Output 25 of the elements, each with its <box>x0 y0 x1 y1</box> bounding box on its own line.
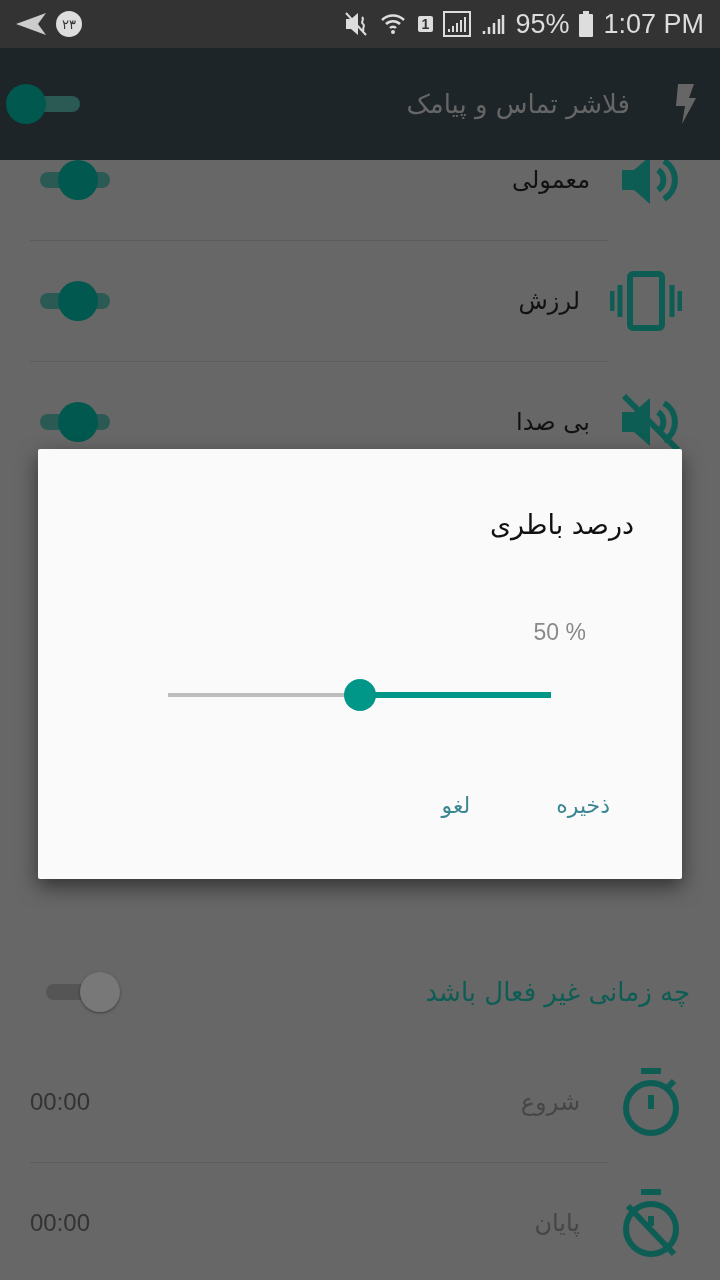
battery-percentage: 95% <box>515 8 570 40</box>
mode-label: معمولی <box>510 166 590 194</box>
stopwatch-off-icon <box>620 1188 682 1258</box>
mode-label: بی صدا <box>515 408 590 436</box>
send-icon <box>16 13 46 35</box>
signal-icon <box>443 11 472 37</box>
muted-speaker-icon <box>343 11 370 37</box>
slider-thumb[interactable] <box>343 679 376 711</box>
dialog-title: درصد باطری <box>490 509 634 540</box>
battery-icon <box>579 11 594 37</box>
vibrating-phone-icon <box>610 271 682 331</box>
stopwatch-icon <box>620 1067 682 1137</box>
dialog-button[interactable]: ذخیره <box>548 789 618 822</box>
slider-track[interactable] <box>168 679 551 711</box>
dialog-button[interactable]: لغو <box>433 789 479 822</box>
notification-count: ۲۳ <box>56 11 82 37</box>
muted-speaker-icon <box>620 392 682 452</box>
signal-icon <box>481 13 506 35</box>
lightning-bolt-icon <box>674 84 696 124</box>
slider-reading: 50 % <box>533 619 586 646</box>
sim-slot-label: 1 <box>417 16 434 32</box>
app-title: فلاشر تماس و پیامک <box>405 89 630 119</box>
clock: 1:07 PM <box>603 8 704 40</box>
section-title: چه زمانی غیر فعال باشد <box>424 977 690 1007</box>
mode-label: لرزش <box>517 287 580 315</box>
